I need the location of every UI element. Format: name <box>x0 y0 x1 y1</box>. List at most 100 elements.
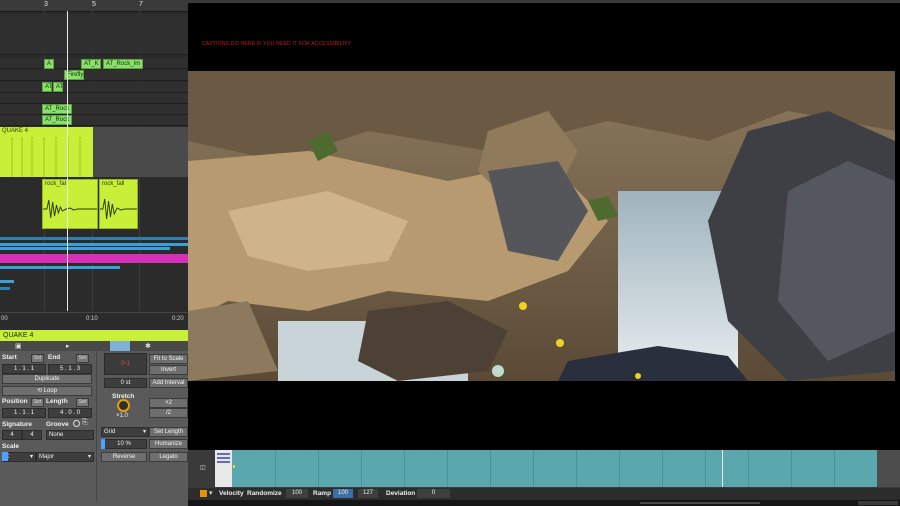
arrangement-view[interactable]: 3 5 7 A AT_K AT_Rock_Im Firefly E AT AT … <box>0 0 188 330</box>
humanize-amount-field[interactable]: 10 % <box>101 439 147 449</box>
grid-select[interactable]: Grid ▾ <box>101 427 149 437</box>
velocity-lane-icon[interactable]: ◫ <box>200 464 206 471</box>
audio-clip[interactable]: AT <box>53 82 63 92</box>
velocity-grid-line <box>533 450 534 487</box>
fold-toggle[interactable] <box>200 490 207 497</box>
scale-toggle[interactable] <box>2 452 8 461</box>
end-beat: 1 <box>68 366 72 372</box>
track-lane <box>0 104 188 115</box>
clip-name: rock_fall <box>102 181 125 187</box>
interval-field[interactable]: 0 st <box>104 378 147 388</box>
waveform <box>100 198 137 220</box>
time-label: 0:10 <box>86 316 98 322</box>
velocity-grid-line <box>748 450 749 487</box>
scroll-indicator[interactable] <box>640 502 760 504</box>
settings-tab-icon[interactable]: ✱ <box>145 342 151 350</box>
position-beat: 1 <box>22 410 26 416</box>
start-bar: 1 <box>13 366 18 372</box>
key-marker <box>217 453 230 455</box>
caption-overlay-text: CAPTIONS GO HERE IF YOU NEED IT FOR ACCE… <box>202 41 352 47</box>
start-set-button[interactable]: Set <box>31 354 44 363</box>
fit-to-scale-button[interactable]: Fit to Scale <box>149 354 188 364</box>
reverse-button[interactable]: Reverse <box>101 452 147 462</box>
track-lane <box>0 93 188 104</box>
ramp-start-field[interactable]: 100 <box>333 489 353 498</box>
time-label: 0:20 <box>172 316 184 322</box>
automation-lane[interactable] <box>0 247 170 250</box>
transpose-display[interactable]: 0-1 <box>104 353 147 375</box>
time-ruler[interactable]: 00 0:10 0:20 <box>0 312 188 330</box>
end-set-button[interactable]: Set <box>76 354 89 363</box>
end-label: End <box>48 354 61 361</box>
divide-2-button[interactable]: /2 <box>149 408 188 418</box>
start-field[interactable]: 1 . 1 . 1 <box>2 364 46 374</box>
groove-commit-icon[interactable]: ⎘ <box>82 419 88 427</box>
position-bar: 1 <box>13 410 18 416</box>
deviation-label: Deviation <box>386 490 416 497</box>
velocity-grid-line <box>318 450 319 487</box>
length-set-button[interactable]: Set <box>76 398 89 407</box>
bar-ruler[interactable]: 3 5 7 <box>0 0 188 12</box>
audio-clip[interactable]: AT_K <box>81 59 101 69</box>
waveform <box>43 199 97 219</box>
automation-lane[interactable] <box>0 266 120 269</box>
key-marker <box>217 457 230 459</box>
chevron-down-icon[interactable]: ▾ <box>209 489 213 497</box>
scale-mode-value: Major <box>39 454 55 460</box>
humanize-button[interactable]: Humanize <box>149 439 188 449</box>
start-sixteenth: 1 <box>30 366 35 372</box>
multiply-2-button[interactable]: ×2 <box>149 398 188 408</box>
scroll-indicator[interactable] <box>858 501 898 505</box>
ramp-label[interactable]: Ramp <box>313 490 331 497</box>
velocity-lane[interactable] <box>232 450 877 487</box>
chevron-down-icon: ▾ <box>87 454 91 460</box>
automation-lane[interactable] <box>0 243 188 246</box>
length-beat: 0 <box>68 410 72 416</box>
velocity-label: Velocity <box>219 490 244 497</box>
end-field[interactable]: 5 . 1 . 3 <box>48 364 92 374</box>
quake-track-clip[interactable] <box>0 127 93 177</box>
groove-hotswap-icon[interactable] <box>73 420 80 427</box>
duplicate-button[interactable]: Duplicate <box>2 374 92 384</box>
time-label: 00 <box>1 316 8 322</box>
piano-keys[interactable] <box>215 450 232 487</box>
playhead[interactable] <box>67 11 68 311</box>
groove-select[interactable]: None <box>46 430 94 440</box>
clip-name: rock_fal <box>45 181 67 187</box>
automation-lane[interactable] <box>0 280 14 283</box>
ramp-end-field[interactable]: 127 <box>358 489 378 498</box>
scale-mode-select[interactable]: Major ▾ <box>36 452 94 462</box>
audio-clip[interactable]: AT <box>42 82 52 92</box>
stretch-knob[interactable] <box>117 399 130 412</box>
rockfall-clip[interactable]: rock_fal <box>42 179 98 229</box>
notes-tab-icon[interactable]: ▸ <box>66 342 70 350</box>
automation-lane[interactable] <box>0 254 188 263</box>
clip-title-bar[interactable]: QUAKE 4 <box>0 330 188 341</box>
velocity-grid-line <box>361 450 362 487</box>
audio-clip[interactable]: A <box>44 59 54 69</box>
randomize-label[interactable]: Randomize <box>247 490 282 497</box>
loop-button[interactable]: ⟲ Loop <box>2 386 92 396</box>
velocity-grid-line <box>619 450 620 487</box>
invert-button[interactable]: Invert <box>149 365 188 375</box>
automation-lane[interactable] <box>0 237 188 240</box>
clip-tab-bar: ▣ ▸ ✱ <box>0 341 188 351</box>
deviation-value-field[interactable]: 0 <box>417 489 450 498</box>
position-set-button[interactable]: Set <box>31 398 44 407</box>
automation-lane[interactable] <box>0 287 10 290</box>
velocity-note-marker[interactable] <box>233 465 235 468</box>
signature-numerator[interactable]: 4 <box>2 430 22 440</box>
velocity-scale-panel: 127 64 1 ◫ <box>188 450 227 487</box>
set-length-button[interactable]: Set Length <box>149 427 188 437</box>
randomize-value-field[interactable]: 100 <box>286 489 308 498</box>
position-field[interactable]: 1 . 1 . 1 <box>2 408 46 418</box>
length-field[interactable]: 4 . 0 . 0 <box>48 408 92 418</box>
add-interval-button[interactable]: Add Interval <box>149 378 188 388</box>
rockfall-clip[interactable]: rock_fall <box>99 179 138 229</box>
signature-denominator[interactable]: 4 <box>22 430 42 440</box>
clip-tab-icon[interactable]: ▣ <box>15 342 22 350</box>
envelopes-tab[interactable] <box>110 341 130 351</box>
velocity-grid-line <box>576 450 577 487</box>
audio-clip[interactable]: AT_Rock_Im <box>103 59 143 69</box>
legato-button[interactable]: Legato <box>149 452 188 462</box>
